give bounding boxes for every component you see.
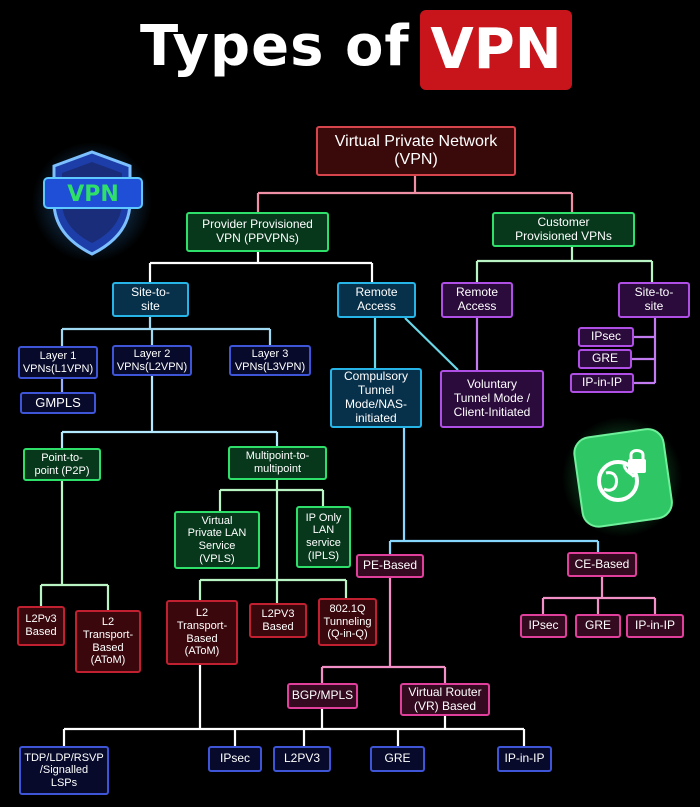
- node-gre-bottom: GRE: [370, 746, 425, 772]
- node-ipinip-customer: IP-in-IP: [570, 373, 634, 393]
- node-site-to-site-customer: Site-to- site: [618, 282, 690, 318]
- node-point-to-point: Point-to- point (P2P): [23, 448, 101, 481]
- node-l2pv3-left: L2Pv3 Based: [17, 606, 65, 646]
- node-pe-based: PE-Based: [356, 554, 424, 578]
- layer3-label: Layer 3 VPNs(L3VPN): [234, 347, 306, 373]
- ce-based-label: CE-Based: [574, 556, 630, 571]
- layer1-label: Layer 1 VPNs(L1VPN): [22, 349, 94, 375]
- link-customer-split: [475, 247, 654, 282]
- node-customer-provisioned: Customer Provisioned VPNs: [492, 212, 635, 247]
- node-ipinip-ce: IP-in-IP: [626, 614, 684, 638]
- node-gre-customer: GRE: [578, 349, 632, 369]
- site-to-site-customer-label: Site-to- site: [634, 285, 674, 313]
- ipinip-bottom-label: IP-in-IP: [504, 751, 545, 766]
- node-compulsory-tunnel: Compulsory Tunnel Mode/NAS- initiated: [330, 368, 422, 428]
- root-label: Virtual Private Network (VPN): [334, 132, 498, 168]
- node-l2-transport-left: L2 Transport- Based (AToM): [75, 610, 141, 673]
- node-root-vpn: Virtual Private Network (VPN): [316, 126, 516, 176]
- link-site-customer: [632, 318, 657, 385]
- ipsec-bottom-label: IPsec: [219, 751, 250, 766]
- gre-bottom-label: GRE: [384, 751, 411, 766]
- node-ipls: IP Only LAN service (IPLS): [296, 506, 351, 568]
- node-q-in-q: 802.1Q Tunneling (Q-in-Q): [318, 598, 377, 646]
- multipoint-label: Multipoint-to- multipoint: [245, 450, 310, 475]
- link-remote-split: [373, 317, 459, 371]
- ipls-label: IP Only LAN service (IPLS): [305, 511, 342, 562]
- ipsec-ce-label: IPsec: [528, 618, 559, 633]
- node-bgp-mpls: BGP/MPLS: [287, 683, 358, 709]
- l2-transport-left-label: L2 Transport- Based (AToM): [82, 616, 134, 667]
- provider-label: Provider Provisioned VPN (PPVPNs): [202, 217, 313, 245]
- gre-ce-label: GRE: [584, 618, 611, 633]
- ipinip-ce-label: IP-in-IP: [634, 618, 675, 633]
- node-l2-transport-mid: L2 Transport- Based (AToM): [166, 600, 238, 665]
- bgp-label: BGP/MPLS: [291, 688, 354, 703]
- pe-based-label: PE-Based: [362, 558, 418, 573]
- customer-label: Customer Provisioned VPNs: [515, 214, 612, 243]
- p2p-label: Point-to- point (P2P): [34, 451, 90, 477]
- node-ipsec-bottom: IPsec: [208, 746, 262, 772]
- vpn-shield-label: VPN: [67, 182, 119, 207]
- l2pv3-left-label: L2Pv3 Based: [25, 613, 57, 638]
- remote-access-customer-label: Remote Access: [455, 285, 499, 313]
- link-root-split: [256, 176, 574, 212]
- l2pv3-bottom-label: L2PV3: [283, 751, 321, 766]
- tdp-label: TDP/LDP/RSVP /Signalled LSPs: [24, 751, 104, 789]
- globe-lock-icon: [562, 417, 682, 537]
- l2-transport-mid-label: L2 Transport- Based (AToM): [176, 607, 228, 658]
- link-p2p-split: [39, 481, 110, 610]
- node-remote-access-customer: Remote Access: [441, 282, 513, 318]
- compulsory-label: Compulsory Tunnel Mode/NAS- initiated: [343, 369, 409, 425]
- node-multipoint: Multipoint-to- multipoint: [228, 446, 327, 480]
- link-ce-split: [541, 577, 657, 614]
- gre-customer-label: GRE: [591, 351, 618, 366]
- ipinip-customer-label: IP-in-IP: [581, 375, 622, 390]
- vpn-shield-icon: VPN: [32, 142, 152, 262]
- node-ipsec-customer: IPsec: [578, 327, 634, 347]
- node-layer3: Layer 3 VPNs(L3VPN): [229, 345, 311, 376]
- node-site-to-site: Site-to- site: [112, 282, 189, 317]
- remote-access-label: Remote Access: [355, 285, 398, 313]
- voluntary-label: Voluntary Tunnel Mode / Client-Initiated: [453, 377, 531, 419]
- node-remote-access: Remote Access: [337, 282, 416, 318]
- site-to-site-label: Site-to- site: [131, 284, 170, 313]
- gmpls-label: GMPLS: [35, 394, 81, 410]
- node-l2pv3-bottom: L2PV3: [273, 746, 331, 772]
- ipsec-customer-label: IPsec: [590, 329, 621, 344]
- node-voluntary-tunnel: Voluntary Tunnel Mode / Client-Initiated: [440, 370, 544, 428]
- q-in-q-label: 802.1Q Tunneling (Q-in-Q): [323, 603, 372, 641]
- node-tdp-ldp-rsvp: TDP/LDP/RSVP /Signalled LSPs: [19, 746, 109, 795]
- link-provider-split: [148, 252, 374, 282]
- node-ipinip-bottom: IP-in-IP: [497, 746, 552, 772]
- node-layer1: Layer 1 VPNs(L1VPN): [18, 346, 98, 379]
- node-ipsec-ce: IPsec: [520, 614, 567, 638]
- vpls-label: Virtual Private LAN Service (VPLS): [187, 514, 247, 565]
- node-gmpls: GMPLS: [20, 392, 96, 414]
- node-vpls: Virtual Private LAN Service (VPLS): [174, 511, 260, 569]
- node-virtual-router: Virtual Router (VR) Based: [400, 683, 490, 716]
- layer2-label: Layer 2 VPNs(L2VPN): [116, 347, 188, 373]
- l2pv3-mid-label: L2PV3 Based: [261, 607, 295, 633]
- node-gre-ce: GRE: [575, 614, 621, 638]
- link-site-split: [60, 317, 272, 346]
- node-l2pv3-mid: L2PV3 Based: [249, 603, 307, 638]
- node-provider-provisioned: Provider Provisioned VPN (PPVPNs): [186, 212, 329, 252]
- node-ce-based: CE-Based: [567, 552, 637, 577]
- node-layer2: Layer 2 VPNs(L2VPN): [112, 345, 192, 376]
- virtual-router-label: Virtual Router (VR) Based: [408, 684, 482, 713]
